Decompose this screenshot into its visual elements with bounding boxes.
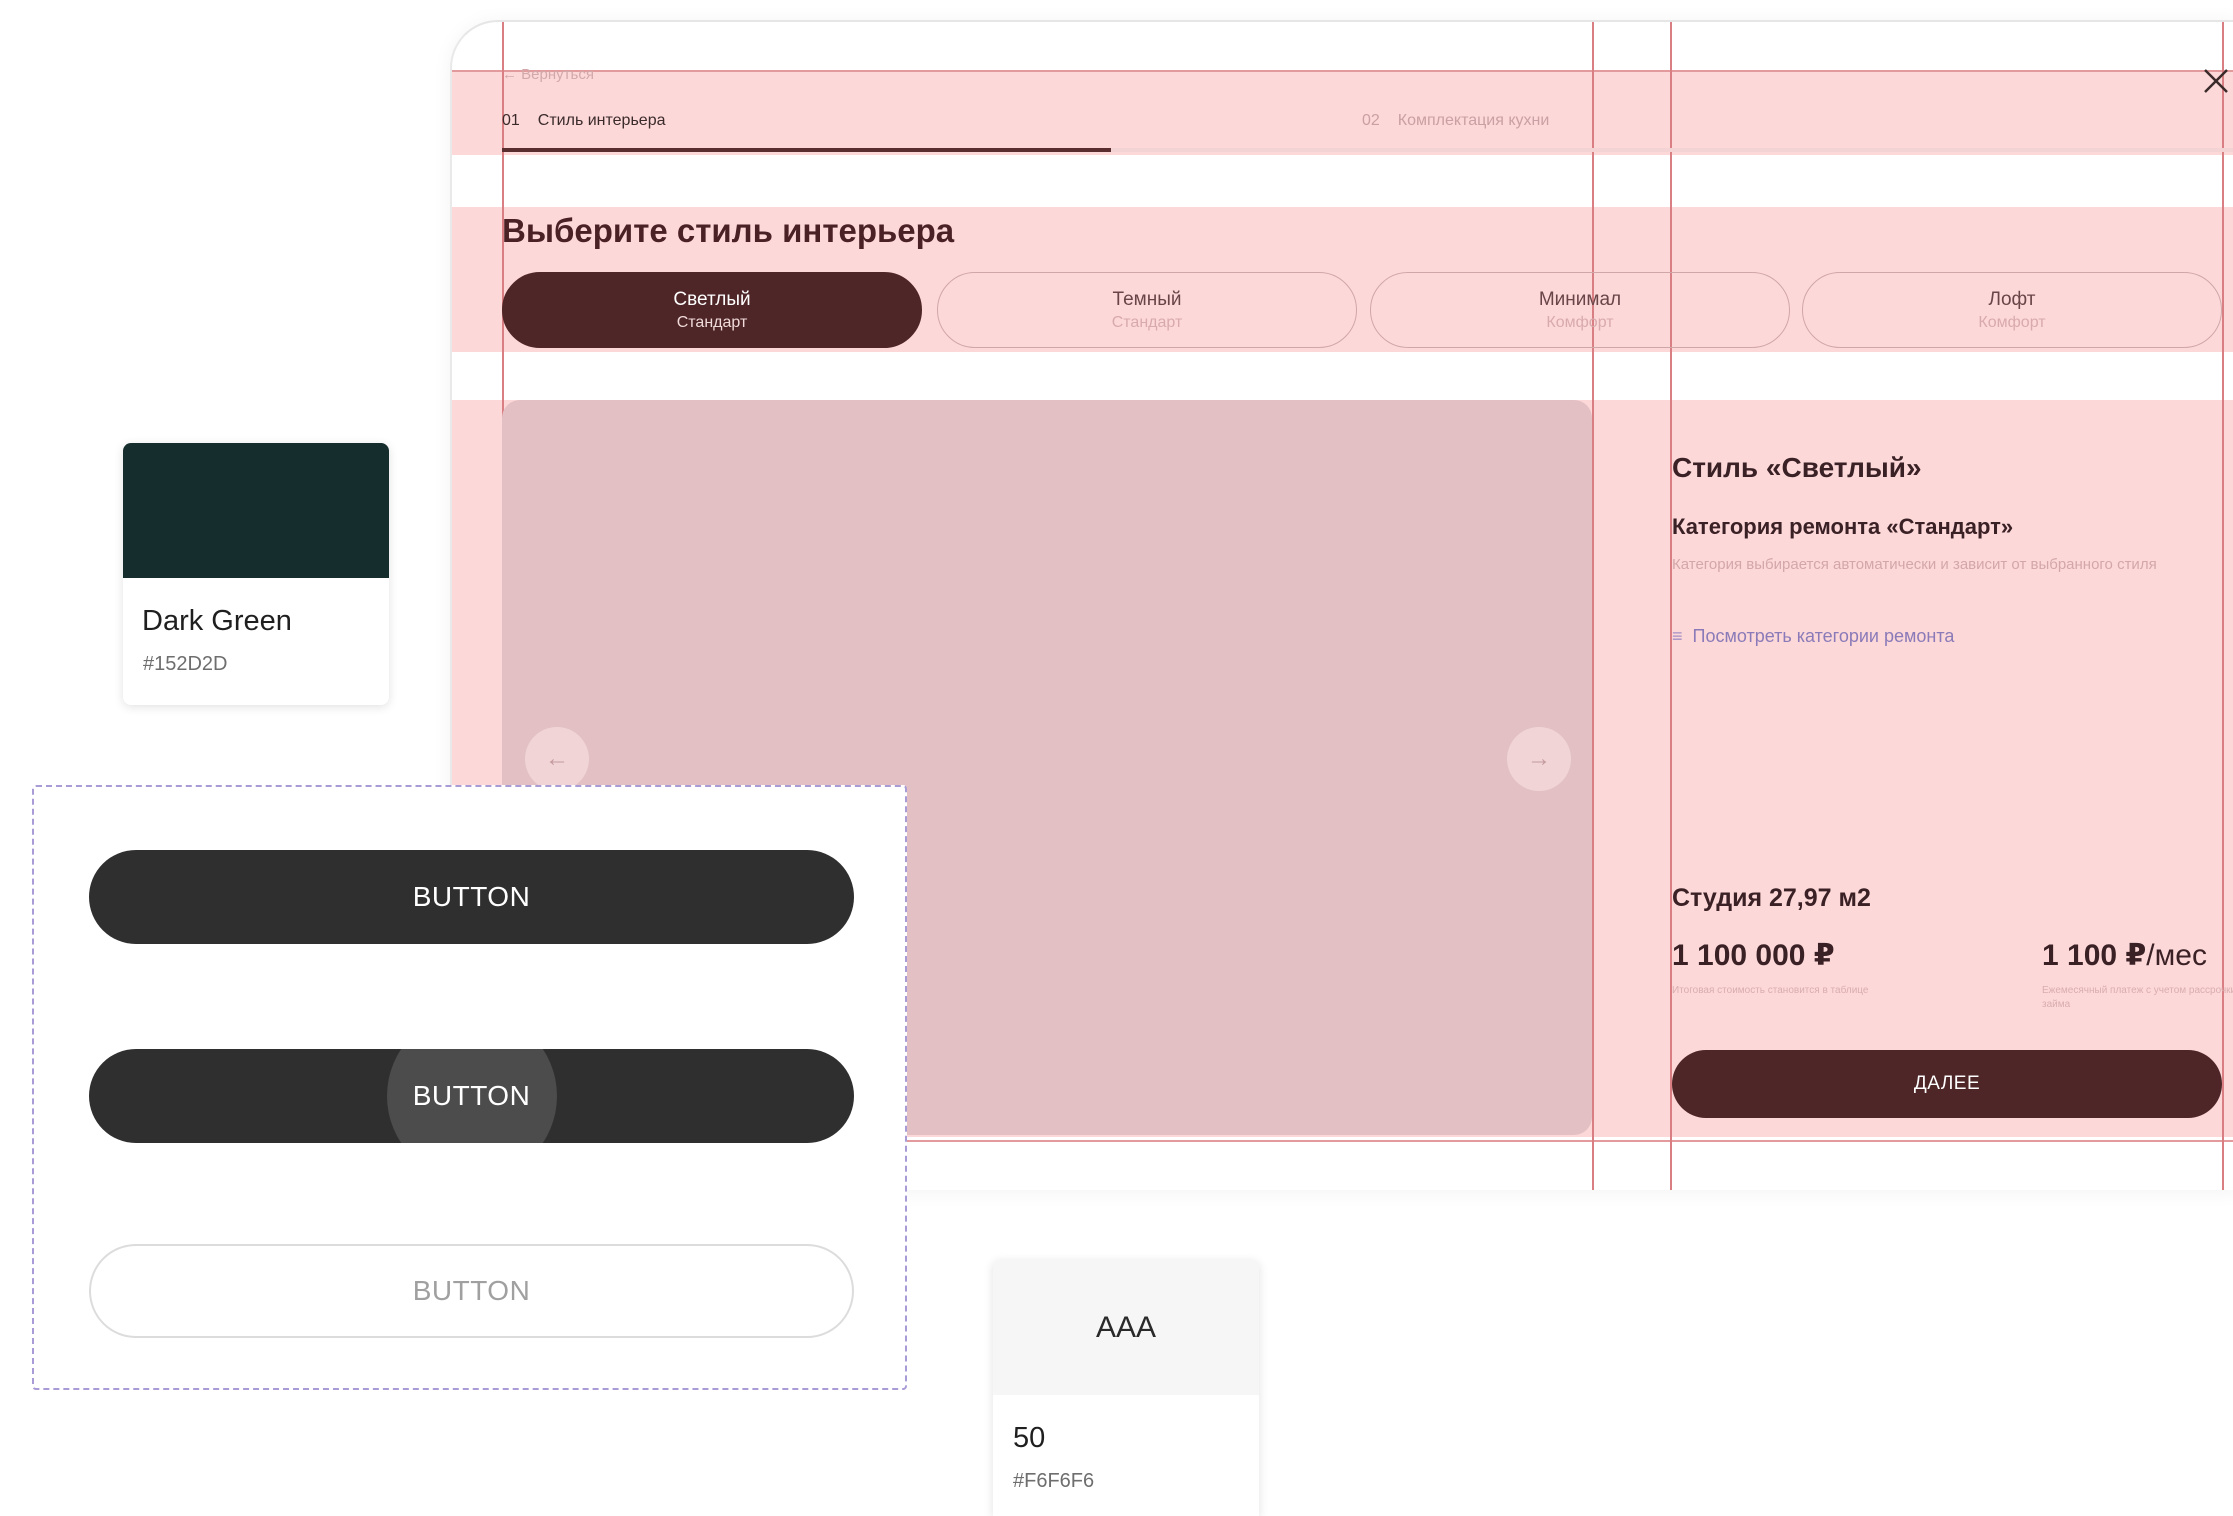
swatch-color-sample (123, 443, 389, 578)
arrow-right-icon: → (1527, 745, 1551, 772)
monthly-price-note: Ежемесячный платеж с учетом рассрочки за… (2042, 985, 2233, 1010)
total-price: 1 100 000 ₽ (1672, 939, 1835, 972)
layout-guide-line (1670, 22, 1672, 1190)
style-tab-name: Минимал (1538, 288, 1622, 310)
style-tab-category: Комфорт (1978, 313, 2046, 331)
step-number: 02 (1362, 112, 1380, 129)
layout-guide-line (1592, 22, 1594, 1190)
style-tab-loft[interactable]: Лофт Комфорт (1802, 272, 2222, 348)
total-price-note: Итоговая стоимость становится в таблице (1672, 985, 1869, 996)
back-link[interactable]: ← Вернуться (502, 66, 594, 83)
step-number: 01 (502, 112, 520, 129)
color-swatch-card: Dark Green #152D2D (123, 443, 389, 705)
view-categories-link[interactable]: ≡ Посмотреть категории ремонта (1672, 626, 1954, 647)
style-tab-light[interactable]: Светлый Стандарт (502, 272, 922, 348)
page-title: Выберите стиль интерьера (502, 212, 955, 249)
layout-guide-line (452, 70, 2233, 72)
arrow-left-icon: ← (545, 745, 569, 772)
category-title: Категория ремонта «Стандарт» (1672, 514, 2014, 539)
view-categories-label: Посмотреть категории ремонта (1692, 626, 1955, 646)
style-tab-category: Стандарт (1111, 313, 1183, 331)
tone-level: 50 (1013, 1422, 1046, 1454)
style-tab-category: Стандарт (676, 313, 748, 331)
swatch-hex: #152D2D (143, 653, 228, 675)
category-description: Категория выбирается автоматически и зав… (1672, 556, 2157, 573)
button-filled-pressed[interactable]: BUTTON (89, 1049, 854, 1143)
layout-guide-line (2222, 22, 2224, 1190)
monthly-price: 1 100 ₽/мес (2042, 938, 2207, 973)
list-icon: ≡ (1672, 626, 1683, 646)
swatch-name: Dark Green (142, 605, 292, 637)
style-tab-name: Светлый (673, 288, 751, 310)
style-tab-name: Лофт (1988, 288, 2036, 310)
monthly-price-unit: /мес (2146, 939, 2207, 972)
close-icon (2204, 69, 2228, 93)
button-variants-panel: BUTTON BUTTON BUTTON (32, 785, 907, 1390)
style-title: Стиль «Светлый» (1672, 452, 1922, 483)
step-label: Стиль интерьера (537, 112, 666, 129)
step-1[interactable]: 01 Стиль интерьера (502, 112, 665, 130)
apartment-info: Студия 27,97 м2 (1672, 884, 1871, 912)
carousel-prev-button[interactable]: ← (525, 727, 589, 791)
tone-sample: AAA (993, 1260, 1259, 1395)
step-progress-track (502, 148, 2233, 152)
next-button[interactable]: ДАЛЕЕ (1672, 1050, 2222, 1118)
button-filled[interactable]: BUTTON (89, 850, 854, 944)
style-tab-category: Комфорт (1546, 313, 1614, 331)
close-button[interactable] (2199, 60, 2231, 100)
button-label: BUTTON (412, 881, 531, 912)
step-label: Комплектация кухни (1397, 112, 1550, 129)
button-label: BUTTON (412, 1275, 531, 1306)
style-tab-name: Темный (1112, 288, 1182, 310)
button-outline[interactable]: BUTTON (89, 1244, 854, 1338)
monthly-price-value: 1 100 ₽ (2042, 939, 2147, 972)
step-progress-fill (502, 148, 1111, 152)
style-tab-minimal[interactable]: Минимал Комфорт (1370, 272, 1790, 348)
button-label: BUTTON (412, 1080, 531, 1111)
tone-swatch-card: AAA 50 #F6F6F6 (993, 1260, 1259, 1516)
layout-overlay-header (452, 70, 2233, 155)
tone-hex: #F6F6F6 (1013, 1470, 1095, 1492)
carousel-next-button[interactable]: → (1507, 727, 1571, 791)
style-tab-dark[interactable]: Темный Стандарт (937, 272, 1357, 348)
step-2[interactable]: 02 Комплектация кухни (1362, 112, 1549, 130)
